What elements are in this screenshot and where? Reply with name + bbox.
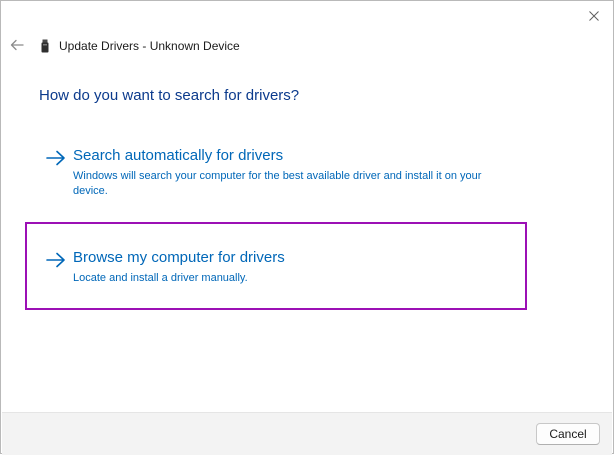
dialog-title: Update Drivers - Unknown Device [59,39,240,53]
right-arrow-icon [46,252,65,268]
browse-computer-description: Locate and install a driver manually. [73,272,248,284]
right-arrow-icon [46,150,65,166]
back-button[interactable] [7,35,27,55]
close-button[interactable] [581,5,607,27]
dialog-footer: Cancel [2,412,612,455]
page-heading: How do you want to search for drivers? [39,87,300,104]
close-icon [589,11,599,21]
browse-computer-title: Browse my computer for drivers [73,249,285,266]
search-automatically-description: Windows will search your computer for th… [73,170,482,197]
dialog-header: Update Drivers - Unknown Device [39,37,240,55]
back-arrow-icon [10,39,24,51]
option-highlight-box [25,222,527,310]
usb-device-icon [39,38,51,54]
cancel-button[interactable]: Cancel [536,423,600,445]
update-drivers-dialog: Update Drivers - Unknown Device How do y… [0,0,614,455]
search-automatically-title: Search automatically for drivers [73,147,284,164]
